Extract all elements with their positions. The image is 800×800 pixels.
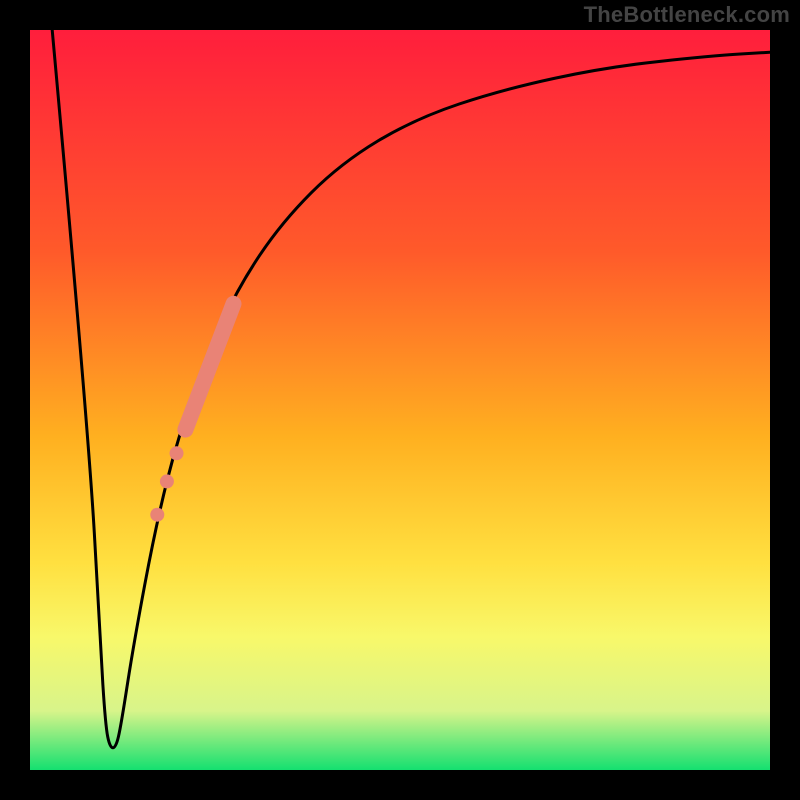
gradient-background (30, 30, 770, 770)
watermark-text: TheBottleneck.com (584, 2, 790, 28)
chart-svg (30, 30, 770, 770)
plot-area (30, 30, 770, 770)
highlight-dot (150, 508, 164, 522)
highlight-dot (160, 474, 174, 488)
highlight-dot (170, 446, 184, 460)
chart-frame: TheBottleneck.com (0, 0, 800, 800)
